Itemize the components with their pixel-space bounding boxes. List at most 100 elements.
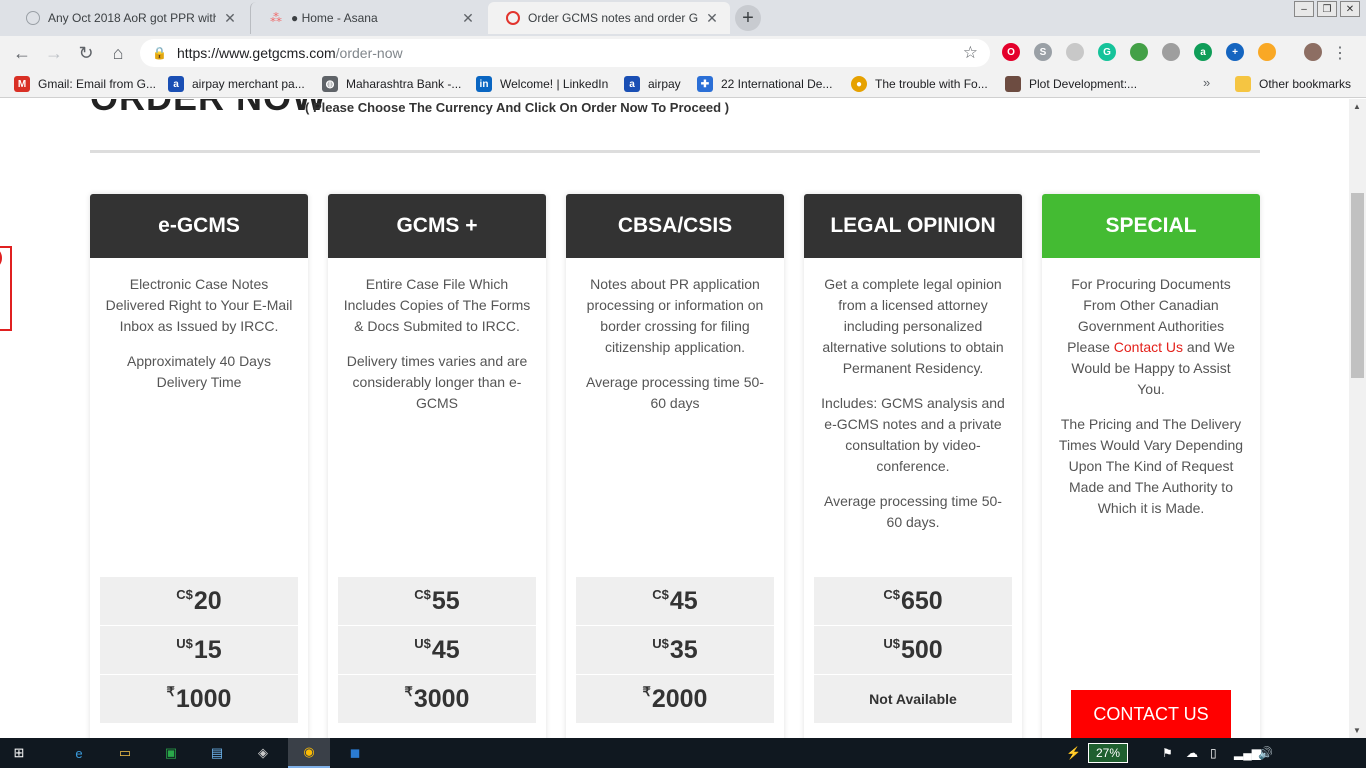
more-bookmarks-icon[interactable]: » xyxy=(1203,75,1210,90)
network-status-icon[interactable]: ☁ xyxy=(1186,746,1198,760)
bookmark-label: Gmail: Email from G... xyxy=(38,77,157,91)
page-title: ORDER NOW xyxy=(90,99,327,119)
scroll-down-icon[interactable]: ▼ xyxy=(1353,726,1361,735)
restore-icon[interactable]: ❐ xyxy=(1317,1,1337,17)
back-icon[interactable]: ← xyxy=(6,43,38,64)
price-usd[interactable]: U$ 45 xyxy=(338,626,536,674)
bookmark-airpay[interactable]: a airpay xyxy=(624,76,681,92)
card-paragraph: Approximately 40 Days Delivery Time xyxy=(127,353,271,390)
contact-us-link[interactable]: Contact Us xyxy=(1114,339,1183,355)
bookmark-gmail[interactable]: M Gmail: Email from G... xyxy=(14,76,156,92)
bookmark-airpay-merchant[interactable]: a airpay merchant pa... xyxy=(168,76,305,92)
close-icon[interactable]: ✕ xyxy=(222,10,238,27)
lock-icon: 🔒 xyxy=(152,46,167,60)
volume-icon[interactable]: 🔊 xyxy=(1258,746,1273,760)
card-title: CBSA/CSIS xyxy=(566,194,784,258)
chat-icon xyxy=(26,11,40,25)
close-icon[interactable]: ✕ xyxy=(460,10,476,27)
currency-symbol: U$ xyxy=(883,635,900,651)
opera-icon[interactable]: O xyxy=(1002,43,1020,61)
bookmark-trouble-with[interactable]: ● The trouble with Fo... xyxy=(851,76,988,92)
remote-desktop-icon[interactable]: ▤ xyxy=(206,742,228,764)
currency-symbol: U$ xyxy=(652,635,669,651)
device-icon[interactable]: ▯ xyxy=(1210,746,1217,760)
bookmark-star-icon[interactable]: ☆ xyxy=(963,43,978,63)
close-window-icon[interactable]: ✕ xyxy=(1340,1,1360,17)
battery-indicator[interactable]: 27% xyxy=(1088,743,1128,763)
home-icon[interactable]: ⌂ xyxy=(102,43,134,64)
tab-2[interactable]: ⁂ ● Home - Asana ✕ xyxy=(250,2,486,34)
power-icon[interactable]: ⚡ xyxy=(1066,746,1081,760)
currency-symbol: C$ xyxy=(414,586,431,602)
close-icon[interactable]: ✕ xyxy=(0,246,2,270)
flag-icon[interactable]: ⚑ xyxy=(1162,746,1173,760)
store-icon[interactable]: ▣ xyxy=(160,742,182,764)
image-icon xyxy=(1005,76,1021,92)
side-widget[interactable]: ✕ xyxy=(0,246,12,331)
close-icon[interactable]: ✕ xyxy=(704,10,720,27)
other-bookmarks[interactable]: Other bookmarks xyxy=(1235,76,1351,92)
tab-title: ● Home - Asana xyxy=(291,11,378,25)
pricing-card-cbsa-csis: CBSA/CSIS Notes about PR application pro… xyxy=(566,194,784,738)
reload-icon[interactable]: ↻ xyxy=(70,43,102,64)
price-amount: 650 xyxy=(900,586,943,615)
window-controls: – ❐ ✕ xyxy=(1291,1,1360,17)
bookmark-linkedin[interactable]: in Welcome! | LinkedIn xyxy=(476,76,608,92)
pricing-card-gcms-plus: GCMS + Entire Case File Which Includes C… xyxy=(328,194,546,738)
file-explorer-icon[interactable]: ▭ xyxy=(114,742,136,764)
extension-icon[interactable] xyxy=(1258,43,1276,61)
shield-icon[interactable]: ◈ xyxy=(252,742,274,764)
price-inr[interactable]: ₹1000 xyxy=(100,675,298,723)
skype-icon[interactable]: S xyxy=(1034,43,1052,61)
price-amount: 3000 xyxy=(413,684,470,713)
tab-1[interactable]: Any Oct 2018 AoR got PPR withc ✕ xyxy=(8,2,248,34)
price-inr[interactable]: ₹2000 xyxy=(576,675,774,723)
extension-icon[interactable] xyxy=(1066,43,1084,61)
url-path: /order-now xyxy=(335,45,403,61)
outlook-icon[interactable]: ◼ xyxy=(344,742,366,764)
gmail-icon: M xyxy=(14,76,30,92)
tab-3-active[interactable]: Order GCMS notes and order GC ✕ xyxy=(488,2,730,34)
price-amount: 35 xyxy=(669,635,698,664)
signal-icon[interactable]: ▂▄▆ xyxy=(1234,746,1261,760)
forward-icon[interactable]: → xyxy=(38,43,70,64)
chrome-icon[interactable]: ◉ xyxy=(288,738,330,768)
scrollbar-thumb[interactable] xyxy=(1351,193,1364,378)
price-inr[interactable]: ₹3000 xyxy=(338,675,536,723)
internet-explorer-icon[interactable]: e xyxy=(68,742,90,764)
profile-avatar[interactable] xyxy=(1304,43,1322,61)
card-title: SPECIAL xyxy=(1042,194,1260,258)
minimize-icon[interactable]: – xyxy=(1294,1,1314,17)
tab-strip: Any Oct 2018 AoR got PPR withc ✕ ⁂ ● Hom… xyxy=(0,0,1366,36)
address-bar[interactable]: 🔒 https://www.getgcms.com/order-now ☆ xyxy=(140,39,990,67)
price-cad[interactable]: C$ 45 xyxy=(576,577,774,625)
page-scrollbar[interactable]: ▲ ▼ xyxy=(1349,99,1366,738)
extension-icon[interactable] xyxy=(1162,43,1180,61)
price-not-available: Not Available xyxy=(869,691,957,707)
price-usd[interactable]: U$ 35 xyxy=(576,626,774,674)
card-description: Notes about PR application processing or… xyxy=(566,258,784,414)
extension-icon[interactable]: + xyxy=(1226,43,1244,61)
price-cad[interactable]: C$ 650 xyxy=(814,577,1012,625)
menu-icon[interactable]: ⋮ xyxy=(1332,43,1348,63)
extension-icon[interactable]: a xyxy=(1194,43,1212,61)
price-usd[interactable]: U$ 15 xyxy=(100,626,298,674)
bookmark-plot-development[interactable]: Plot Development:... xyxy=(1005,76,1137,92)
bookmark-international-de[interactable]: ✚ 22 International De... xyxy=(697,76,832,92)
bookmark-maharashtra-bank[interactable]: ◍ Maharashtra Bank -... xyxy=(322,76,461,92)
windows-start-icon[interactable]: ⊞ xyxy=(8,742,30,764)
card-paragraph: Get a complete legal opinion from a lice… xyxy=(822,276,1004,376)
price-amount: 55 xyxy=(431,586,460,615)
extension-icon[interactable] xyxy=(1130,43,1148,61)
card-paragraph: Includes: GCMS analysis and e-GCMS notes… xyxy=(821,395,1005,474)
new-tab-button[interactable]: + xyxy=(735,5,761,31)
bookmark-label: The trouble with Fo... xyxy=(875,77,988,91)
price-cad[interactable]: C$ 55 xyxy=(338,577,536,625)
bookmark-label: airpay merchant pa... xyxy=(192,77,305,91)
contact-us-button[interactable]: CONTACT US xyxy=(1071,690,1231,738)
grammarly-icon[interactable]: G xyxy=(1098,43,1116,61)
price-cad[interactable]: C$ 20 xyxy=(100,577,298,625)
card-title: e-GCMS xyxy=(90,194,308,258)
scroll-up-icon[interactable]: ▲ xyxy=(1353,102,1361,111)
price-usd[interactable]: U$ 500 xyxy=(814,626,1012,674)
